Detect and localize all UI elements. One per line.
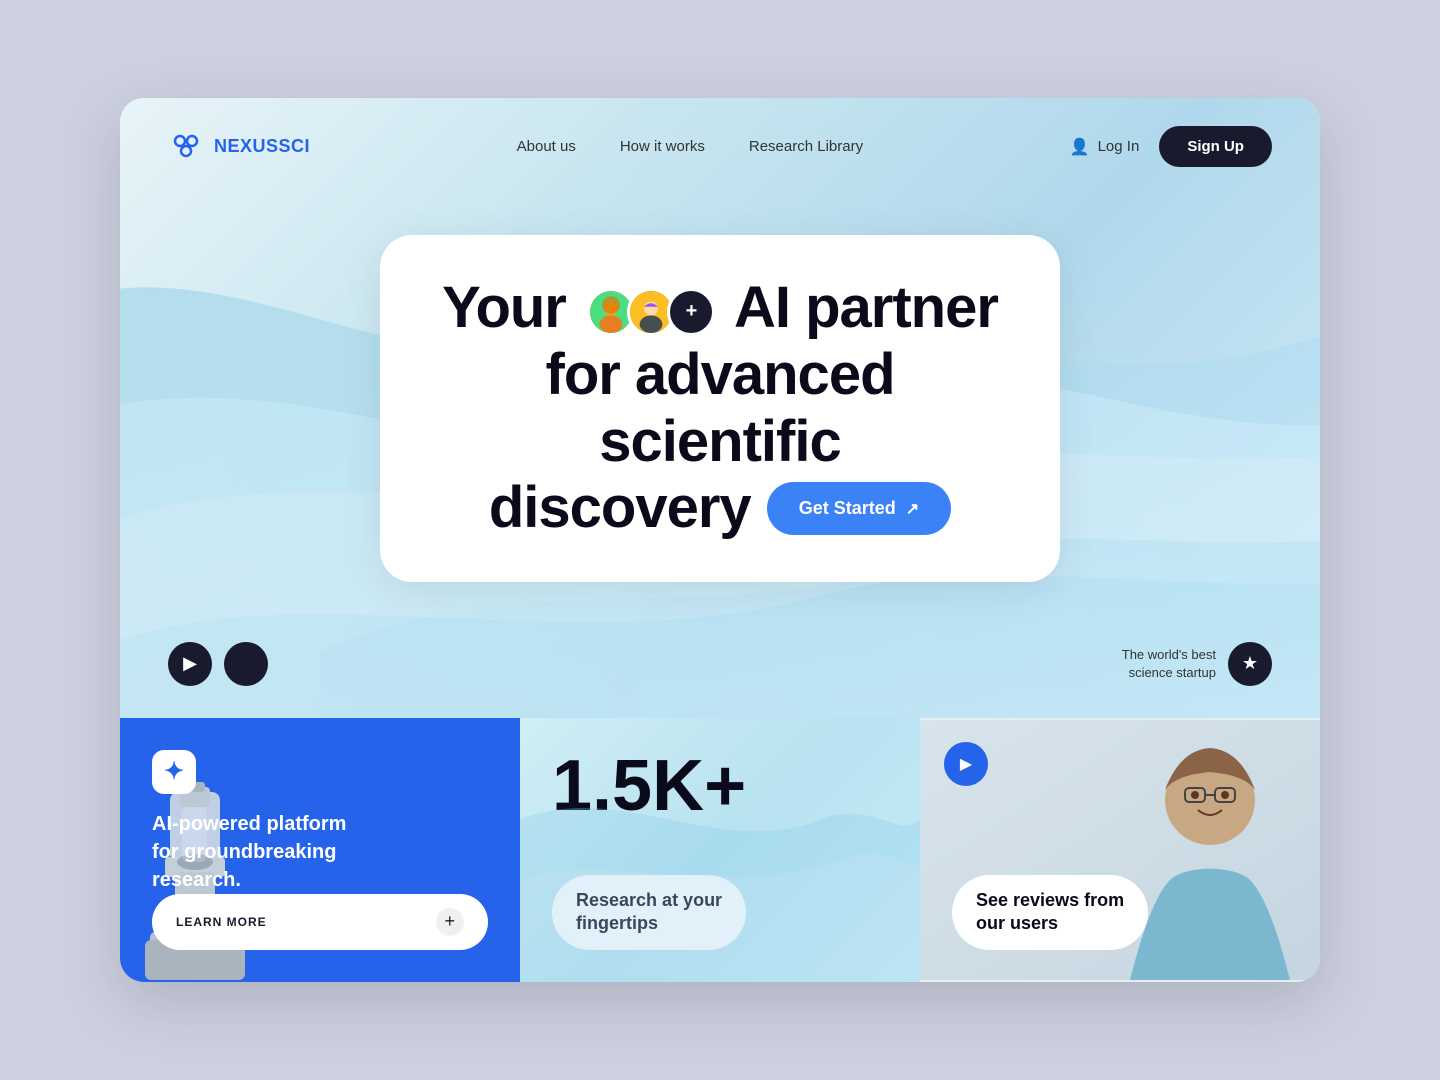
card-ai: ✦ AI-powered platform for groundbreaking… (120, 718, 520, 982)
logo[interactable]: NEXUSSCI (168, 129, 310, 165)
play-store-icon: ▶ (183, 653, 197, 674)
logo-prefix: NEXUS (214, 136, 279, 156)
logo-icon (168, 129, 204, 165)
plus-icon: ✦ (164, 757, 184, 786)
app-icons: ▶ (168, 642, 268, 686)
play-store-button[interactable]: ▶ (168, 642, 212, 686)
review-label: See reviews from our users (952, 875, 1148, 950)
card-reviews: ▶ See reviews from our users (920, 718, 1320, 982)
learn-more-label: LEARN MORE (176, 915, 267, 929)
star-icon: ★ (1242, 653, 1258, 674)
card-ai-text: AI-powered platform for groundbreaking r… (152, 810, 352, 894)
review-label-text: See reviews from our users (976, 889, 1124, 936)
nav-about[interactable]: About us (517, 138, 576, 155)
logo-suffix: SCI (279, 136, 311, 156)
card-blue-content: ✦ AI-powered platform for groundbreaking… (120, 718, 520, 894)
ai-badge: ✦ (152, 750, 196, 794)
hero-content: Your (120, 195, 1320, 642)
signup-button[interactable]: Sign Up (1159, 126, 1272, 167)
plus-circle-icon: + (436, 908, 464, 936)
nav-actions: 👤 Log In Sign Up (1070, 126, 1272, 167)
login-label: Log In (1098, 138, 1140, 155)
navbar: NEXUSSCI About us How it works Research … (120, 98, 1320, 195)
hero-headline: Your (436, 275, 1004, 542)
hero-headline-card: Your (380, 235, 1060, 582)
headline-scientific: for advanced scientific (546, 342, 895, 474)
bottom-cards: ✦ AI-powered platform for groundbreaking… (120, 718, 1320, 982)
avatar-plus: + (667, 288, 715, 336)
learn-more-button[interactable]: LEARN MORE + (152, 894, 488, 950)
logo-text: NEXUSSCI (214, 136, 310, 157)
world-best-badge: The world's bestscience startup ★ (1122, 642, 1272, 686)
nav-research-library[interactable]: Research Library (749, 138, 863, 155)
nav-links: About us How it works Research Library (517, 138, 863, 155)
stats-bg-wave (520, 718, 920, 982)
get-started-button[interactable]: Get Started ↗ (767, 482, 951, 535)
apple-store-button[interactable] (224, 642, 268, 686)
login-button[interactable]: 👤 Log In (1070, 137, 1140, 157)
hero-bottom: ▶ The world's bestscience startup ★ (120, 642, 1320, 718)
user-icon: 👤 (1070, 137, 1090, 157)
hero-section: NEXUSSCI About us How it works Research … (120, 98, 1320, 718)
arrow-icon: ↗ (906, 499, 919, 519)
play-icon-card: ▶ (960, 754, 972, 774)
headline-your: Your (442, 275, 566, 340)
headline-discovery: discovery (489, 475, 751, 542)
page-wrapper: NEXUSSCI About us How it works Research … (120, 98, 1320, 982)
headline-ai-partner: AI partner (734, 275, 998, 340)
cta-label: Get Started (799, 498, 896, 519)
nav-how-it-works[interactable]: How it works (620, 138, 705, 155)
review-line2: our users (976, 913, 1058, 933)
badge-star-icon: ★ (1228, 642, 1272, 686)
badge-text: The world's bestscience startup (1122, 646, 1216, 682)
avatar-group: + (587, 288, 715, 336)
review-line1: See reviews from (976, 890, 1124, 910)
card-stats: 1.5K+ Research at your fingertips (520, 718, 920, 982)
play-button-card[interactable]: ▶ (944, 742, 988, 786)
